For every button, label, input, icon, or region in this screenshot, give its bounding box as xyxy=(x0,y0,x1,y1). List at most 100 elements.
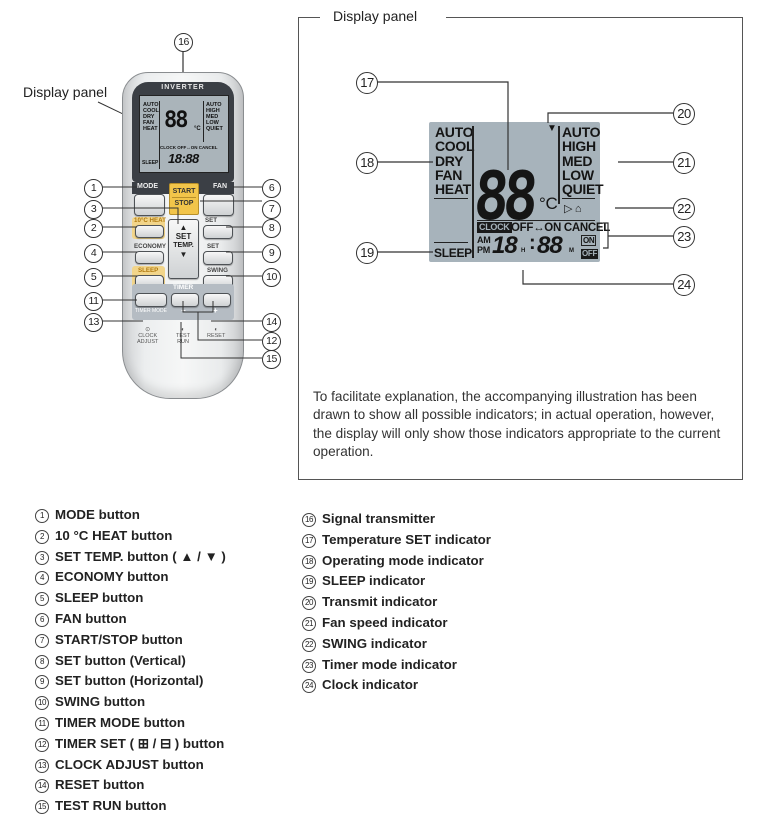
legend-text: Clock indicator xyxy=(322,677,419,693)
legend-number: 8 xyxy=(35,654,49,669)
legend-item: 19 SLEEP indicator xyxy=(302,571,491,592)
legend-number: 19 xyxy=(302,575,316,590)
legend-text: ECONOMY button xyxy=(55,569,169,585)
remote-callout-lines xyxy=(102,186,262,359)
legend-item: 8 SET button (Vertical) xyxy=(35,651,226,672)
callout-21: 21 xyxy=(673,152,695,174)
legend-number: 18 xyxy=(302,554,316,569)
legend-item: 4 ECONOMY button xyxy=(35,567,226,588)
legend-item: 22 SWING indicator xyxy=(302,634,491,655)
legend-text: Signal transmitter xyxy=(322,511,436,526)
legend-item: 16 Signal transmitter xyxy=(302,509,491,530)
legend-item: 14 RESET button xyxy=(35,775,226,796)
callout-6: 6 xyxy=(262,179,281,198)
legend-number: 9 xyxy=(35,675,49,690)
legend-text: SLEEP button xyxy=(55,590,144,606)
legend-text: CLOCK ADJUST button xyxy=(55,756,204,772)
legend-text: TEST RUN button xyxy=(55,798,167,814)
legend-number: 5 xyxy=(35,592,49,607)
legend-text: SET TEMP. button ( ▲ / ▼ ) xyxy=(55,548,226,564)
callout-4: 4 xyxy=(84,244,103,263)
legend-number: 3 xyxy=(35,550,49,565)
legend-text: Timer mode indicator xyxy=(322,656,457,672)
legend-number: 24 xyxy=(302,679,316,694)
legend-number: 13 xyxy=(35,758,49,773)
legend-item: 6 FAN button xyxy=(35,609,226,630)
callout-15: 15 xyxy=(262,350,281,369)
legend-number: 1 xyxy=(35,509,49,523)
legend-text: MODE button xyxy=(55,507,140,522)
legend-text: SET button (Vertical) xyxy=(55,652,186,668)
display-panel-title: Display panel xyxy=(333,8,418,24)
legend-item: 10 SWING button xyxy=(35,692,226,713)
legend-number: 23 xyxy=(302,658,316,673)
legend-number: 11 xyxy=(35,716,49,731)
button-legend: 1 MODE button 2 10 °C HEAT button 3 SET TEMP.… xyxy=(35,505,226,817)
legend-item: 23 Timer mode indicator xyxy=(302,655,491,676)
callout-19: 19 xyxy=(356,242,378,264)
legend-item: 15 TEST RUN button xyxy=(35,796,226,817)
legend-number: 17 xyxy=(302,533,316,548)
callout-8: 8 xyxy=(262,219,281,238)
legend-number: 21 xyxy=(302,616,316,631)
callout-5: 5 xyxy=(84,268,103,287)
display-description: To facilitate explanation, the accompany… xyxy=(313,389,721,459)
legend-text: START/STOP button xyxy=(55,631,183,647)
legend-item: 18 Operating mode indicator xyxy=(302,551,491,572)
callout-7: 7 xyxy=(262,200,281,219)
callout-14: 14 xyxy=(262,313,281,332)
legend-item: 3 SET TEMP. button ( ▲ / ▼ ) xyxy=(35,547,226,568)
callout-12: 12 xyxy=(262,332,281,351)
legend-number: 12 xyxy=(35,737,49,752)
legend-text: SWING button xyxy=(55,694,146,710)
callout-11: 11 xyxy=(84,292,103,311)
callout-13: 13 xyxy=(84,313,103,332)
legend-item: 17 Temperature SET indicator xyxy=(302,530,491,551)
legend-number: 2 xyxy=(35,529,49,544)
legend-item: 12 TIMER SET ( ⊞ / ⊟ ) button xyxy=(35,734,226,755)
display-callout-lines xyxy=(375,81,673,285)
legend-item: 7 START/STOP button xyxy=(35,630,226,651)
legend-item: 5 SLEEP button xyxy=(35,588,226,609)
legend-item: 21 Fan speed indicator xyxy=(302,613,491,634)
legend-number: 16 xyxy=(302,513,316,527)
callout-18: 18 xyxy=(356,152,378,174)
callout-20: 20 xyxy=(673,103,695,125)
legend-number: 4 xyxy=(35,571,49,586)
indicator-legend: 16 Signal transmitter 17 Temperature SET in… xyxy=(302,509,491,696)
callout-2: 2 xyxy=(84,219,103,238)
legend-text: SWING indicator xyxy=(322,635,427,651)
legend-text: Transmit indicator xyxy=(322,594,438,610)
callout-24: 24 xyxy=(673,274,695,296)
legend-number: 10 xyxy=(35,696,49,711)
legend-text: SLEEP indicator xyxy=(322,573,426,589)
legend-number: 22 xyxy=(302,637,316,652)
legend-item: 1 MODE button xyxy=(35,505,226,526)
legend-item: 9 SET button (Horizontal) xyxy=(35,671,226,692)
legend-item: 20 Transmit indicator xyxy=(302,592,491,613)
callout-17: 17 xyxy=(356,72,378,94)
legend-text: Operating mode indicator xyxy=(322,552,484,568)
legend-text: Fan speed indicator xyxy=(322,614,448,630)
callout-3: 3 xyxy=(84,200,103,219)
legend-text: Temperature SET indicator xyxy=(322,531,491,547)
legend-number: 6 xyxy=(35,612,49,627)
legend-text: SET button (Horizontal) xyxy=(55,673,204,689)
callout-10: 10 xyxy=(262,268,281,287)
legend-number: 7 xyxy=(35,633,49,648)
legend-text: TIMER SET ( ⊞ / ⊟ ) button xyxy=(55,735,225,751)
callout-23: 23 xyxy=(673,226,695,248)
legend-text: 10 °C HEAT button xyxy=(55,527,173,543)
legend-number: 20 xyxy=(302,596,316,611)
legend-item: 11 TIMER MODE button xyxy=(35,713,226,734)
legend-text: FAN button xyxy=(55,610,127,626)
legend-item: 13 CLOCK ADJUST button xyxy=(35,755,226,776)
legend-text: RESET button xyxy=(55,777,145,793)
callout-9: 9 xyxy=(262,244,281,263)
legend-number: 15 xyxy=(35,800,49,815)
legend-text: TIMER MODE button xyxy=(55,714,185,730)
callout-1: 1 xyxy=(84,179,103,198)
legend-item: 2 10 °C HEAT button xyxy=(35,526,226,547)
legend-item: 24 Clock indicator xyxy=(302,675,491,696)
callout-22: 22 xyxy=(673,198,695,220)
